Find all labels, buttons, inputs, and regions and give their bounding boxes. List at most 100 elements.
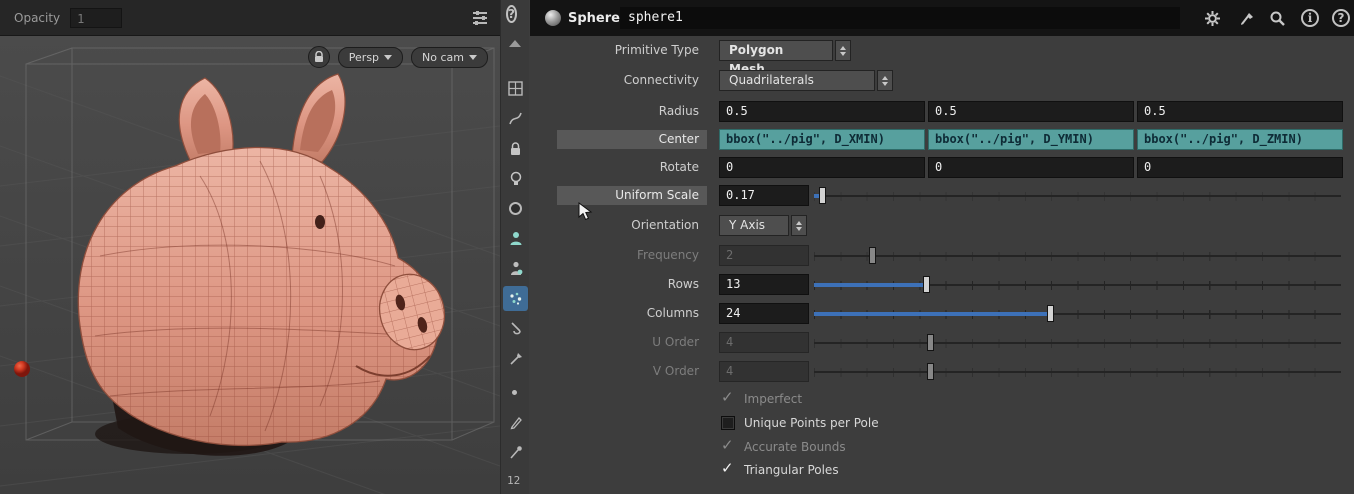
radius-label[interactable]: Radius (557, 102, 707, 121)
triangular-poles-checkbox[interactable] (721, 459, 735, 477)
center-z-field[interactable]: bbox("../pig", D_ZMIN) (1137, 129, 1343, 150)
primitive-type-label[interactable]: Primitive Type (557, 41, 707, 60)
columns-row: Columns 24 (530, 302, 1354, 326)
knife-icon[interactable] (503, 346, 528, 371)
particles-icon[interactable] (503, 286, 528, 311)
draw-curve-icon[interactable] (503, 106, 528, 131)
unique-points-per-pole-checkbox[interactable] (721, 416, 735, 430)
node-header: Sphere sphere1 i ? (530, 0, 1354, 36)
center-x-field[interactable]: bbox("../pig", D_XMIN) (719, 129, 925, 150)
opacity-input[interactable]: 1 (70, 7, 123, 28)
v-order-slider (814, 361, 1341, 382)
u-order-row: U Order 4 (530, 331, 1354, 355)
parameter-panel: Sphere sphere1 i ? Primitive Type Polygo… (530, 0, 1354, 494)
viewport-pane: Opacity 1 Persp No cam (0, 0, 500, 494)
connectivity-spinner[interactable] (877, 70, 893, 91)
node-name-input[interactable]: sphere1 (620, 7, 1180, 29)
slider-handle[interactable] (818, 187, 826, 204)
accurate-bounds-row: Accurate Bounds (530, 436, 1354, 459)
scroll-up-icon[interactable] (509, 40, 521, 47)
frequency-row: Frequency 2 (530, 244, 1354, 268)
snap-grid-icon[interactable] (503, 76, 528, 101)
primitive-type-dropdown[interactable]: Polygon Mesh (719, 40, 833, 76)
uniform-scale-field[interactable]: 0.17 (719, 185, 809, 206)
triangular-poles-label: Triangular Poles (744, 463, 839, 477)
persp-label: Persp (348, 50, 380, 64)
columns-field[interactable]: 24 (719, 303, 809, 324)
red-origin-dot[interactable] (14, 361, 30, 377)
info-icon[interactable]: i (1300, 8, 1320, 28)
triangular-poles-row: Triangular Poles (530, 459, 1354, 482)
opacity-label: Opacity (14, 10, 61, 25)
display-options-sliders-icon[interactable] (470, 8, 490, 28)
slider-handle[interactable] (1046, 305, 1054, 322)
frequency-slider (814, 245, 1341, 266)
radius-row: Radius 0.5 0.5 0.5 (530, 100, 1354, 124)
lock-icon[interactable] (307, 46, 330, 68)
rotate-x-field[interactable]: 0 (719, 157, 925, 178)
accurate-bounds-label: Accurate Bounds (744, 440, 846, 454)
light-icon[interactable] (503, 166, 528, 191)
radius-z-field[interactable]: 0.5 (1137, 101, 1343, 122)
connectivity-label[interactable]: Connectivity (557, 71, 707, 90)
orientation-dropdown[interactable]: Y Axis (719, 215, 789, 236)
pencil-icon[interactable] (503, 410, 528, 435)
viewport-topbar: Opacity 1 (0, 0, 500, 36)
slider-handle (868, 247, 876, 264)
radius-x-field[interactable]: 0.5 (719, 101, 925, 122)
rotate-row: Rotate 0 0 0 (530, 156, 1354, 180)
center-label[interactable]: Center (557, 130, 707, 149)
slider-handle (926, 363, 934, 380)
hook-icon[interactable] (503, 316, 528, 341)
primitive-type-spinner[interactable] (835, 40, 851, 61)
unique-points-per-pole-label: Unique Points per Pole (744, 416, 879, 430)
help-icon[interactable]: ? (1331, 8, 1351, 28)
rows-field[interactable]: 13 (719, 274, 809, 295)
connectivity-dropdown[interactable]: Quadrilaterals (719, 70, 875, 91)
badge-12: 12 (507, 474, 521, 487)
center-row: Center bbox("../pig", D_XMIN) bbox("../p… (530, 128, 1354, 152)
imperfect-checkbox[interactable] (721, 388, 735, 406)
radius-y-field[interactable]: 0.5 (928, 101, 1134, 122)
center-y-field[interactable]: bbox("../pig", D_YMIN) (928, 129, 1134, 150)
rotate-y-field[interactable]: 0 (928, 157, 1134, 178)
u-order-field: 4 (719, 332, 809, 353)
rows-label[interactable]: Rows (557, 275, 707, 294)
brush-icon[interactable] (1237, 8, 1257, 28)
uniform-scale-label[interactable]: Uniform Scale (557, 186, 707, 205)
accurate-bounds-checkbox[interactable] (721, 436, 735, 454)
magnifier-icon[interactable] (1267, 8, 1287, 28)
pig-mesh[interactable] (77, 73, 452, 456)
help-icon[interactable]: ? (506, 5, 517, 23)
lock-icon[interactable] (503, 136, 528, 161)
rotate-z-field[interactable]: 0 (1137, 157, 1343, 178)
orientation-row: Orientation Y Axis (530, 214, 1354, 238)
character-icon[interactable] (503, 226, 528, 251)
dropper-icon[interactable] (503, 440, 528, 465)
no-cam-button[interactable]: No cam (411, 46, 488, 68)
sphere-node-icon (545, 10, 561, 26)
unique-points-per-pole-row: Unique Points per Pole (530, 413, 1354, 435)
primitive-type-row: Primitive Type Polygon Mesh (530, 39, 1354, 76)
orientation-spinner[interactable] (791, 215, 807, 236)
houdini-window: Opacity 1 Persp No cam ? 12 Sphere spher… (0, 0, 1354, 494)
orientation-label[interactable]: Orientation (557, 216, 707, 235)
ring-icon[interactable] (503, 196, 528, 221)
chevron-down-icon (469, 54, 477, 60)
camera-controls: Persp No cam (307, 46, 488, 68)
viewport-3d-canvas[interactable]: Persp No cam (0, 36, 500, 494)
rows-slider[interactable] (814, 274, 1341, 295)
columns-slider[interactable] (814, 303, 1341, 324)
pose-icon[interactable] (503, 256, 528, 281)
v-order-field: 4 (719, 361, 809, 382)
dot-icon (512, 390, 517, 395)
rotate-label[interactable]: Rotate (557, 158, 707, 177)
uniform-scale-slider[interactable] (814, 185, 1341, 206)
slider-handle[interactable] (922, 276, 930, 293)
uniform-scale-row: Uniform Scale 0.17 (530, 184, 1354, 208)
imperfect-row: Imperfect (530, 388, 1354, 411)
persp-camera-button[interactable]: Persp (337, 46, 404, 68)
gear-icon[interactable] (1202, 8, 1222, 28)
columns-label[interactable]: Columns (557, 304, 707, 323)
scene-svg (0, 47, 500, 494)
